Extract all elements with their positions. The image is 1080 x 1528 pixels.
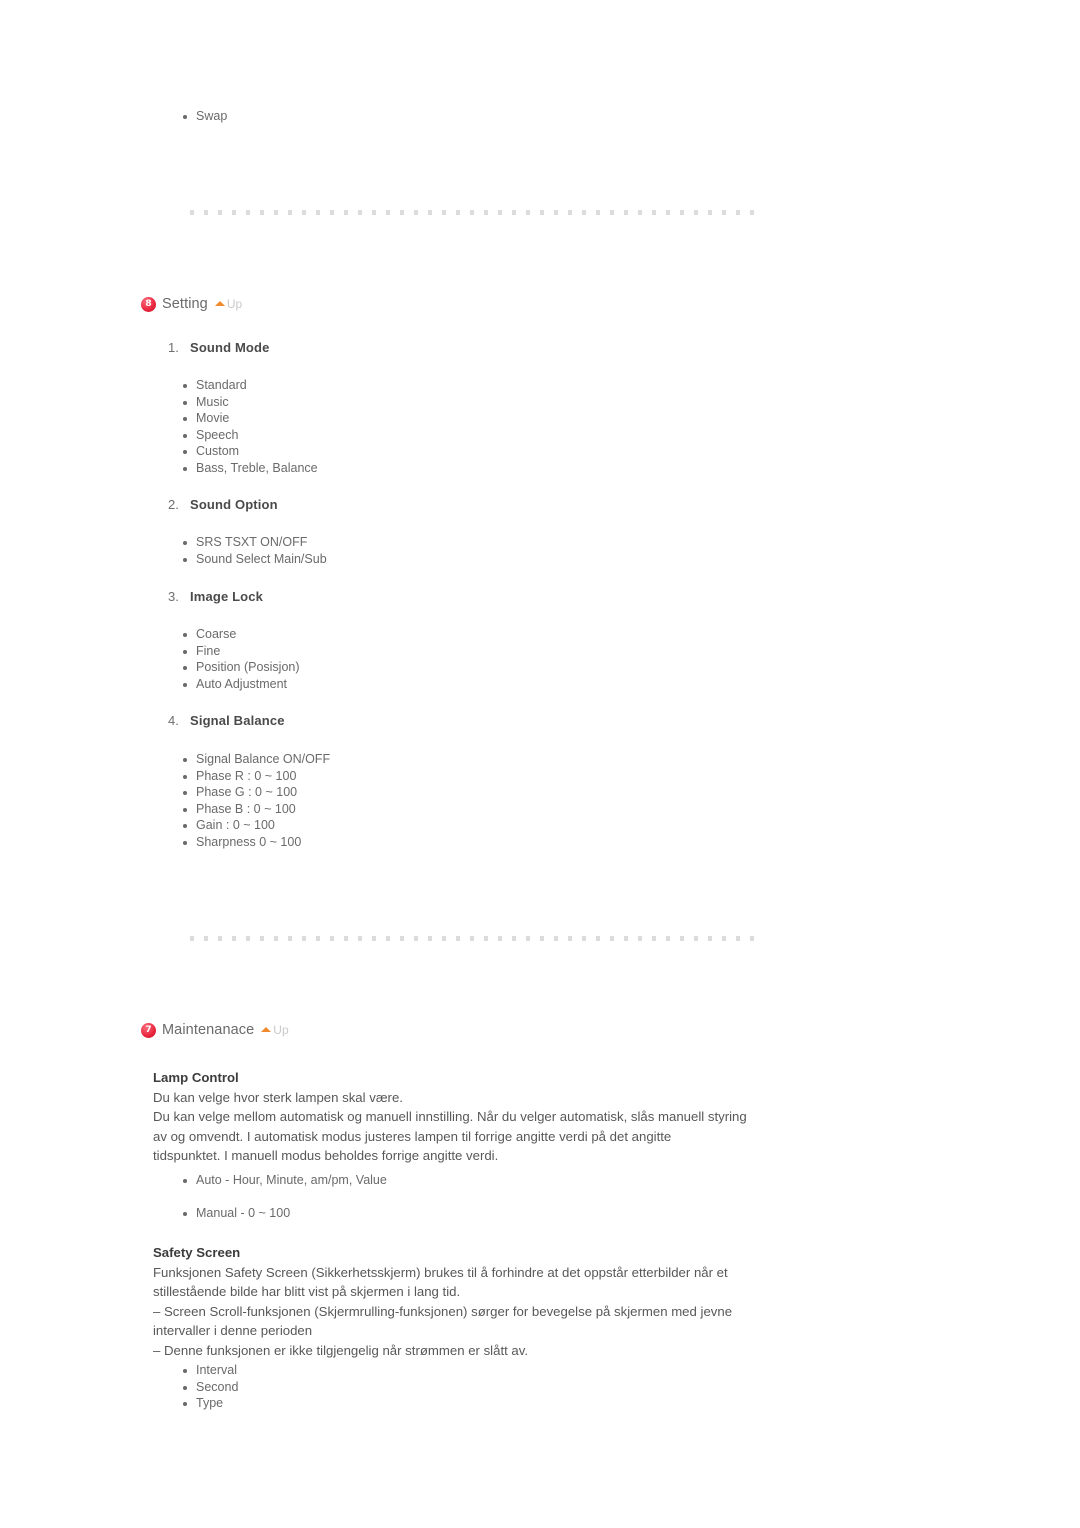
up-link[interactable]: Up (261, 1023, 289, 1037)
list-item: Position (Posisjon) (180, 659, 300, 676)
topic-safety-screen: Safety Screen Funksjonen Safety Screen (… (153, 1243, 813, 1360)
topic-line: – Screen Scroll-funksjonen (Skjermrullin… (153, 1303, 733, 1319)
list-item: Bass, Treble, Balance (180, 460, 318, 477)
caret-up-icon (214, 301, 225, 306)
bullet-list-image-lock: Coarse Fine Position (Posisjon) Auto Adj… (180, 626, 300, 692)
separator-top (190, 210, 764, 215)
topic-line: Funksjonen Safety Screen (Sikkerhetsskje… (153, 1264, 728, 1280)
topic-line: Du kan velge mellom automatisk og manuel… (153, 1109, 747, 1124)
list-item: Custom (180, 443, 318, 460)
section-header-maintenance: 7 Maintenanace Up (141, 1022, 289, 1038)
item-number: 2. (168, 497, 179, 512)
list-item: Swap (180, 108, 227, 125)
list-item: Phase R : 0 ~ 100 (180, 768, 330, 785)
topic-title: Lamp Control (153, 1070, 239, 1085)
list-item: Signal Balance ON/OFF (180, 751, 330, 768)
item-label: Sound Option (190, 497, 278, 512)
list-item: Type (180, 1395, 238, 1412)
section-number-badge: 8 (141, 296, 156, 312)
list-item: Interval (180, 1362, 238, 1379)
topic-lamp-control: Lamp Control Du kan velge hvor sterk lam… (153, 1068, 813, 1166)
list-item: Manual - 0 ~ 100 (180, 1205, 387, 1222)
topic-line: Du kan velge hvor sterk lampen skal være… (153, 1089, 403, 1105)
list-item: Auto Adjustment (180, 676, 300, 693)
item-number: 4. (168, 713, 179, 728)
item-number: 1. (168, 340, 179, 355)
list-item: Sound Select Main/Sub (180, 551, 327, 568)
list-item: Speech (180, 427, 318, 444)
list-item: Sharpness 0 ~ 100 (180, 834, 330, 851)
list-item: Gain : 0 ~ 100 (180, 817, 330, 834)
item-label: Image Lock (190, 589, 264, 604)
numbered-item-sound-option: 2. Sound Option (168, 497, 278, 512)
up-link[interactable]: Up (214, 297, 243, 311)
topic-line: – Denne funksjonen er ikke tilgjengelig … (153, 1342, 529, 1358)
list-item: Second (180, 1379, 238, 1396)
list-item: Phase G : 0 ~ 100 (180, 784, 330, 801)
list-item: Music (180, 394, 318, 411)
bullet-list-sound-mode: Standard Music Movie Speech Custom Bass,… (180, 377, 318, 476)
item-number: 3. (168, 589, 179, 604)
numbered-item-sound-mode: 1. Sound Mode (168, 340, 270, 355)
numbered-item-image-lock: 3. Image Lock (168, 589, 263, 604)
bullet-list-signal-balance: Signal Balance ON/OFF Phase R : 0 ~ 100 … (180, 751, 330, 850)
list-item: Auto - Hour, Minute, am/pm, Value (180, 1172, 387, 1189)
bullet-list-lamp-control: Auto - Hour, Minute, am/pm, Value Manual… (180, 1172, 387, 1237)
top-bullet-list: Swap (180, 108, 227, 125)
list-item: Phase B : 0 ~ 100 (180, 801, 330, 818)
topic-line: tidspunktet. I manuell modus beholdes fo… (153, 1148, 499, 1163)
section-number-badge: 7 (141, 1022, 156, 1038)
item-label: Signal Balance (190, 713, 285, 728)
bullet-list-sound-option: SRS TSXT ON/OFF Sound Select Main/Sub (180, 534, 327, 567)
caret-up-icon (261, 1027, 272, 1032)
item-label: Sound Mode (190, 340, 270, 355)
section-header-setting: 8 Setting Up (141, 296, 242, 312)
list-item: Coarse (180, 626, 300, 643)
section-title: Setting (162, 296, 208, 312)
topic-line: av og omvendt. I automatisk modus juster… (153, 1128, 672, 1144)
topic-line: intervaller i denne perioden (153, 1323, 313, 1338)
topic-line: stillestående bilde har blitt vist på sk… (153, 1284, 461, 1299)
up-link-label: Up (273, 1023, 289, 1037)
numbered-item-signal-balance: 4. Signal Balance (168, 713, 285, 728)
topic-title: Safety Screen (153, 1245, 241, 1260)
list-item: SRS TSXT ON/OFF (180, 534, 327, 551)
up-link-label: Up (226, 297, 243, 311)
section-title: Maintenanace (162, 1022, 255, 1038)
list-item: Standard (180, 377, 318, 394)
separator-middle (190, 936, 764, 941)
list-item: Fine (180, 643, 300, 660)
document-page: Swap 8 Setting Up 1. Sound Mode Standard… (0, 0, 1080, 1528)
list-item: Movie (180, 410, 318, 427)
bullet-list-safety-screen: Interval Second Type (180, 1362, 238, 1412)
